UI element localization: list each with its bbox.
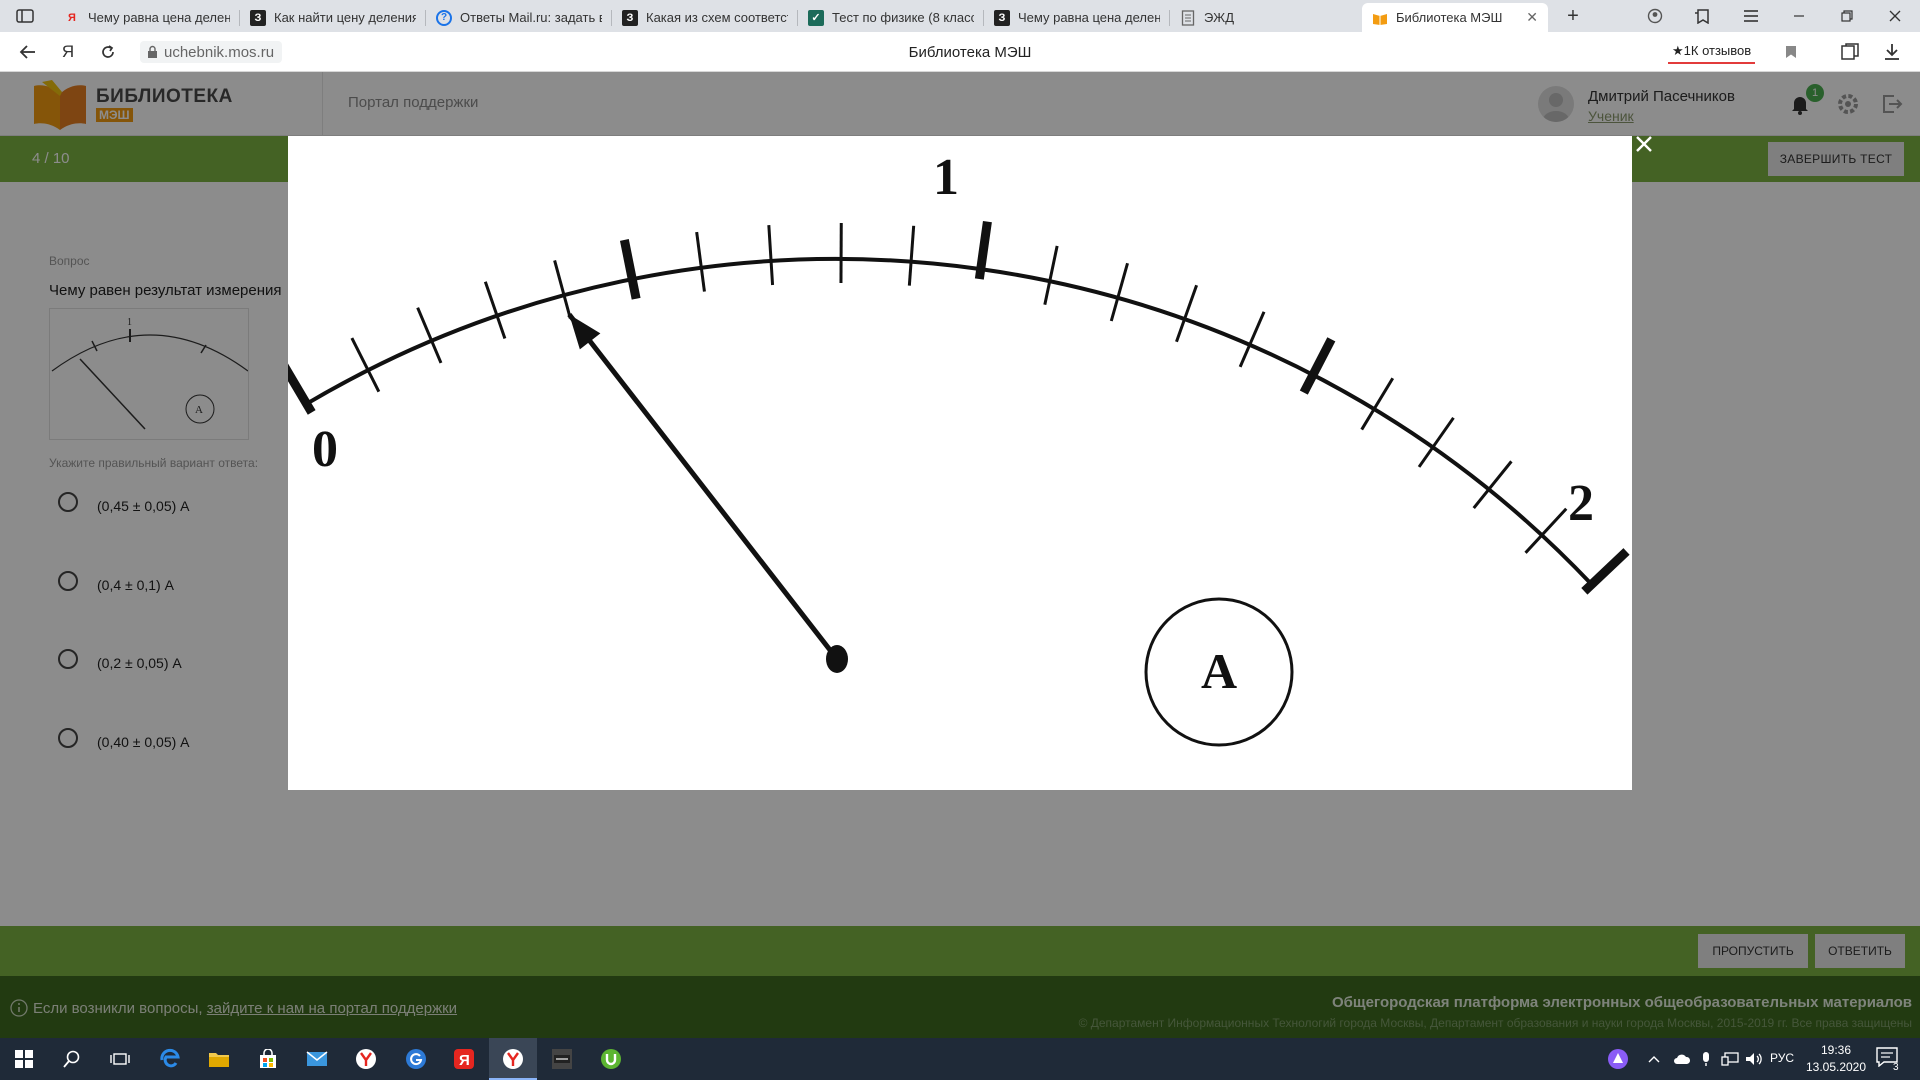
minimize-icon[interactable]: [1776, 0, 1822, 32]
needle-pivot: [826, 645, 848, 673]
task-view-icon[interactable]: [96, 1038, 144, 1080]
collections-icon[interactable]: [1838, 40, 1864, 64]
browser-tab[interactable]: З Чему равна цена делен: [984, 3, 1170, 32]
znanija-icon: З: [994, 9, 1010, 26]
browser-tab[interactable]: ? Ответы Mail.ru: задать во: [426, 3, 612, 32]
minor-tick: [1175, 284, 1199, 343]
check-icon: ✓: [808, 9, 824, 26]
close-icon[interactable]: [1632, 132, 1656, 156]
file-explorer-icon[interactable]: [195, 1038, 243, 1080]
url-field[interactable]: uchebnik.mos.ru: [140, 41, 283, 63]
znanija-icon: З: [250, 9, 266, 26]
menu-icon[interactable]: [1728, 0, 1774, 32]
minor-tick: [907, 225, 916, 286]
mesh-book-icon: [1372, 10, 1388, 26]
znanija-icon: З: [622, 9, 638, 26]
yandex-icon: Я: [68, 11, 76, 24]
minor-tick: [553, 260, 572, 319]
clock-date[interactable]: 13.05.2020: [1800, 1060, 1872, 1074]
minor-tick: [767, 225, 775, 286]
profile-icon[interactable]: [1632, 0, 1678, 32]
svg-text:Я: Я: [459, 1052, 470, 1069]
game-app-icon[interactable]: [538, 1038, 586, 1080]
needle-arrowhead: [569, 314, 601, 350]
image-viewer-modal: 0 1 2 A: [288, 136, 1632, 790]
bookmark-icon[interactable]: [1778, 40, 1804, 64]
store-icon[interactable]: [244, 1038, 292, 1080]
back-icon[interactable]: [15, 40, 41, 64]
yandex-browser-active-icon[interactable]: [489, 1038, 537, 1080]
torrent-icon[interactable]: [587, 1038, 635, 1080]
major-tick: [288, 363, 316, 415]
search-icon[interactable]: [48, 1038, 96, 1080]
lock-icon: [147, 45, 158, 63]
new-tab-icon[interactable]: +: [1550, 0, 1596, 32]
edge-browser-icon[interactable]: [146, 1038, 194, 1080]
tray-chevron-up-icon[interactable]: [1640, 1038, 1668, 1080]
minor-tick: [1109, 262, 1129, 322]
yandex-browser-icon[interactable]: [342, 1038, 390, 1080]
notifications-icon[interactable]: [1876, 1047, 1904, 1071]
browser-tab[interactable]: ✓ Тест по физике (8 класс): [798, 3, 984, 32]
meter-scale: [288, 220, 1630, 595]
windows-taskbar: Я РУС 19:36 13.05.2020 3: [0, 1038, 1920, 1080]
minor-tick: [483, 281, 507, 339]
browser-tab[interactable]: З Как найти цену деления: [240, 3, 426, 32]
mailru-answers-icon: ?: [436, 9, 452, 26]
scale-label-0: 0: [312, 421, 338, 478]
minor-tick: [416, 307, 443, 364]
volume-icon[interactable]: [1740, 1038, 1768, 1080]
needle-shaft: [567, 312, 839, 661]
half-tick: [1299, 337, 1336, 395]
yandex-icon[interactable]: Я: [440, 1038, 488, 1080]
browser-tab-active[interactable]: Библиотека МЭШ ✕: [1362, 3, 1548, 32]
half-tick: [619, 239, 641, 300]
tab-close-icon[interactable]: ✕: [1526, 9, 1538, 26]
reload-icon[interactable]: [95, 40, 121, 64]
scale-label-1: 1: [933, 149, 959, 206]
app-g-icon[interactable]: [392, 1038, 440, 1080]
input-language-indicator[interactable]: РУС: [1770, 1051, 1794, 1065]
browser-tab[interactable]: ЭЖД: [1170, 3, 1356, 32]
browser-tab[interactable]: З Какая из схем соответст: [612, 3, 798, 32]
yandex-home-icon[interactable]: Я: [55, 40, 81, 64]
address-bar: Я uchebnik.mos.ru Библиотека МЭШ ★1К отз…: [0, 32, 1920, 72]
alice-assistant-icon[interactable]: [1594, 1038, 1642, 1080]
minor-tick: [695, 231, 706, 292]
minor-tick: [1043, 245, 1059, 305]
browser-tab-bar: Я Чему равна цена делен З Как найти цену…: [0, 0, 1920, 32]
ammeter-image: 0 1 2 A: [288, 149, 1630, 747]
window-close-icon[interactable]: [1872, 0, 1918, 32]
clock-time[interactable]: 19:36: [1806, 1043, 1866, 1057]
windows-start-icon[interactable]: [0, 1038, 48, 1080]
browser-tab[interactable]: Я Чему равна цена делен: [54, 3, 240, 32]
document-icon: [1180, 9, 1196, 26]
scale-arc: [305, 256, 1594, 586]
reviews-badge[interactable]: ★1К отзывов: [1668, 40, 1756, 64]
minor-tick: [1524, 507, 1568, 554]
notifications-count: 3: [1893, 1062, 1899, 1073]
major-tick: [1581, 548, 1630, 595]
unit-label: A: [1201, 643, 1237, 699]
download-icon[interactable]: [1879, 40, 1905, 64]
mail-icon[interactable]: [293, 1038, 341, 1080]
meter-needle: [567, 312, 848, 673]
minor-tick: [1238, 311, 1266, 368]
sidebar-toggle-icon[interactable]: [8, 4, 42, 28]
page-title: Библиотека МЭШ: [908, 43, 1032, 61]
bookmarks-collections-icon[interactable]: [1680, 0, 1726, 32]
restore-icon[interactable]: [1824, 0, 1870, 32]
scale-label-2: 2: [1568, 475, 1594, 532]
